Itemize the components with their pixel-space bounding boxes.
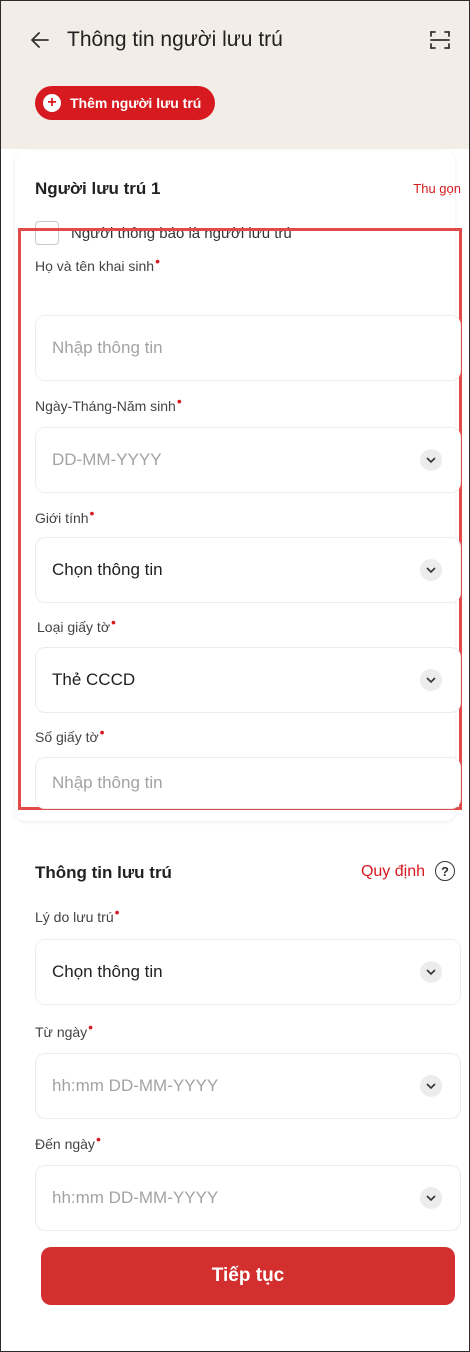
chevron-down-icon bbox=[420, 449, 442, 471]
field-label-document-number: Số giấy tờ• bbox=[35, 724, 105, 745]
to-date-select[interactable]: hh:mm DD-MM-YYYY bbox=[35, 1165, 461, 1231]
rules-link[interactable]: Quy định bbox=[361, 863, 425, 881]
field-label-to-date: Đến ngày• bbox=[35, 1131, 101, 1152]
gender-value: Chọn thông tin bbox=[52, 560, 163, 579]
document-number-input[interactable]: Nhập thông tin bbox=[35, 757, 461, 809]
chevron-down-icon bbox=[420, 559, 442, 581]
stay-reason-select[interactable]: Chọn thông tin bbox=[35, 939, 461, 1005]
screen: Thông tin người lưu trú + Thêm người lưu… bbox=[0, 0, 470, 1352]
gender-select[interactable]: Chọn thông tin bbox=[35, 537, 461, 603]
stay-section-title: Thông tin lưu trú bbox=[35, 863, 172, 882]
field-label-from-date: Từ ngày• bbox=[35, 1019, 94, 1040]
arrow-left-icon[interactable] bbox=[29, 29, 53, 53]
dob-placeholder: DD-MM-YYYY bbox=[52, 450, 162, 469]
document-number-placeholder: Nhập thông tin bbox=[52, 773, 163, 792]
document-type-value: Thẻ CCCD bbox=[52, 670, 136, 689]
chevron-down-icon bbox=[420, 669, 442, 691]
chevron-down-icon bbox=[420, 1187, 442, 1209]
add-guest-button[interactable]: + Thêm người lưu trú bbox=[35, 86, 216, 120]
to-date-placeholder: hh:mm DD-MM-YYYY bbox=[52, 1188, 219, 1207]
question-circle-icon[interactable]: ? bbox=[435, 861, 455, 881]
collapse-link[interactable]: Thu gọn bbox=[413, 181, 461, 196]
continue-button[interactable]: Tiếp tục bbox=[41, 1247, 455, 1305]
field-label-stay-reason: Lý do lưu trú• bbox=[35, 904, 120, 925]
top-bar: Thông tin người lưu trú + Thêm người lưu… bbox=[1, 1, 469, 149]
scan-icon[interactable] bbox=[429, 29, 451, 51]
page-title: Thông tin người lưu trú bbox=[67, 28, 283, 51]
guest-section-title: Người lưu trú 1 bbox=[35, 179, 161, 198]
add-guest-label: Thêm người lưu trú bbox=[70, 95, 202, 111]
field-label-document-type: Loại giấy tờ• bbox=[37, 614, 116, 635]
stay-reason-value: Chọn thông tin bbox=[52, 962, 163, 981]
dob-select[interactable]: DD-MM-YYYY bbox=[35, 427, 461, 493]
from-date-placeholder: hh:mm DD-MM-YYYY bbox=[52, 1076, 219, 1095]
from-date-select[interactable]: hh:mm DD-MM-YYYY bbox=[35, 1053, 461, 1119]
field-label-gender: Giới tính• bbox=[35, 505, 95, 526]
chevron-down-icon bbox=[420, 1075, 442, 1097]
field-label-fullname: Họ và tên khai sinh• bbox=[35, 253, 160, 274]
plus-icon: + bbox=[43, 94, 61, 112]
chevron-down-icon bbox=[420, 961, 442, 983]
field-label-dob: Ngày-Tháng-Năm sinh• bbox=[35, 393, 182, 414]
document-type-select[interactable]: Thẻ CCCD bbox=[35, 647, 461, 713]
fullname-placeholder: Nhập thông tin bbox=[52, 338, 163, 357]
fullname-input[interactable]: Nhập thông tin bbox=[35, 315, 461, 381]
